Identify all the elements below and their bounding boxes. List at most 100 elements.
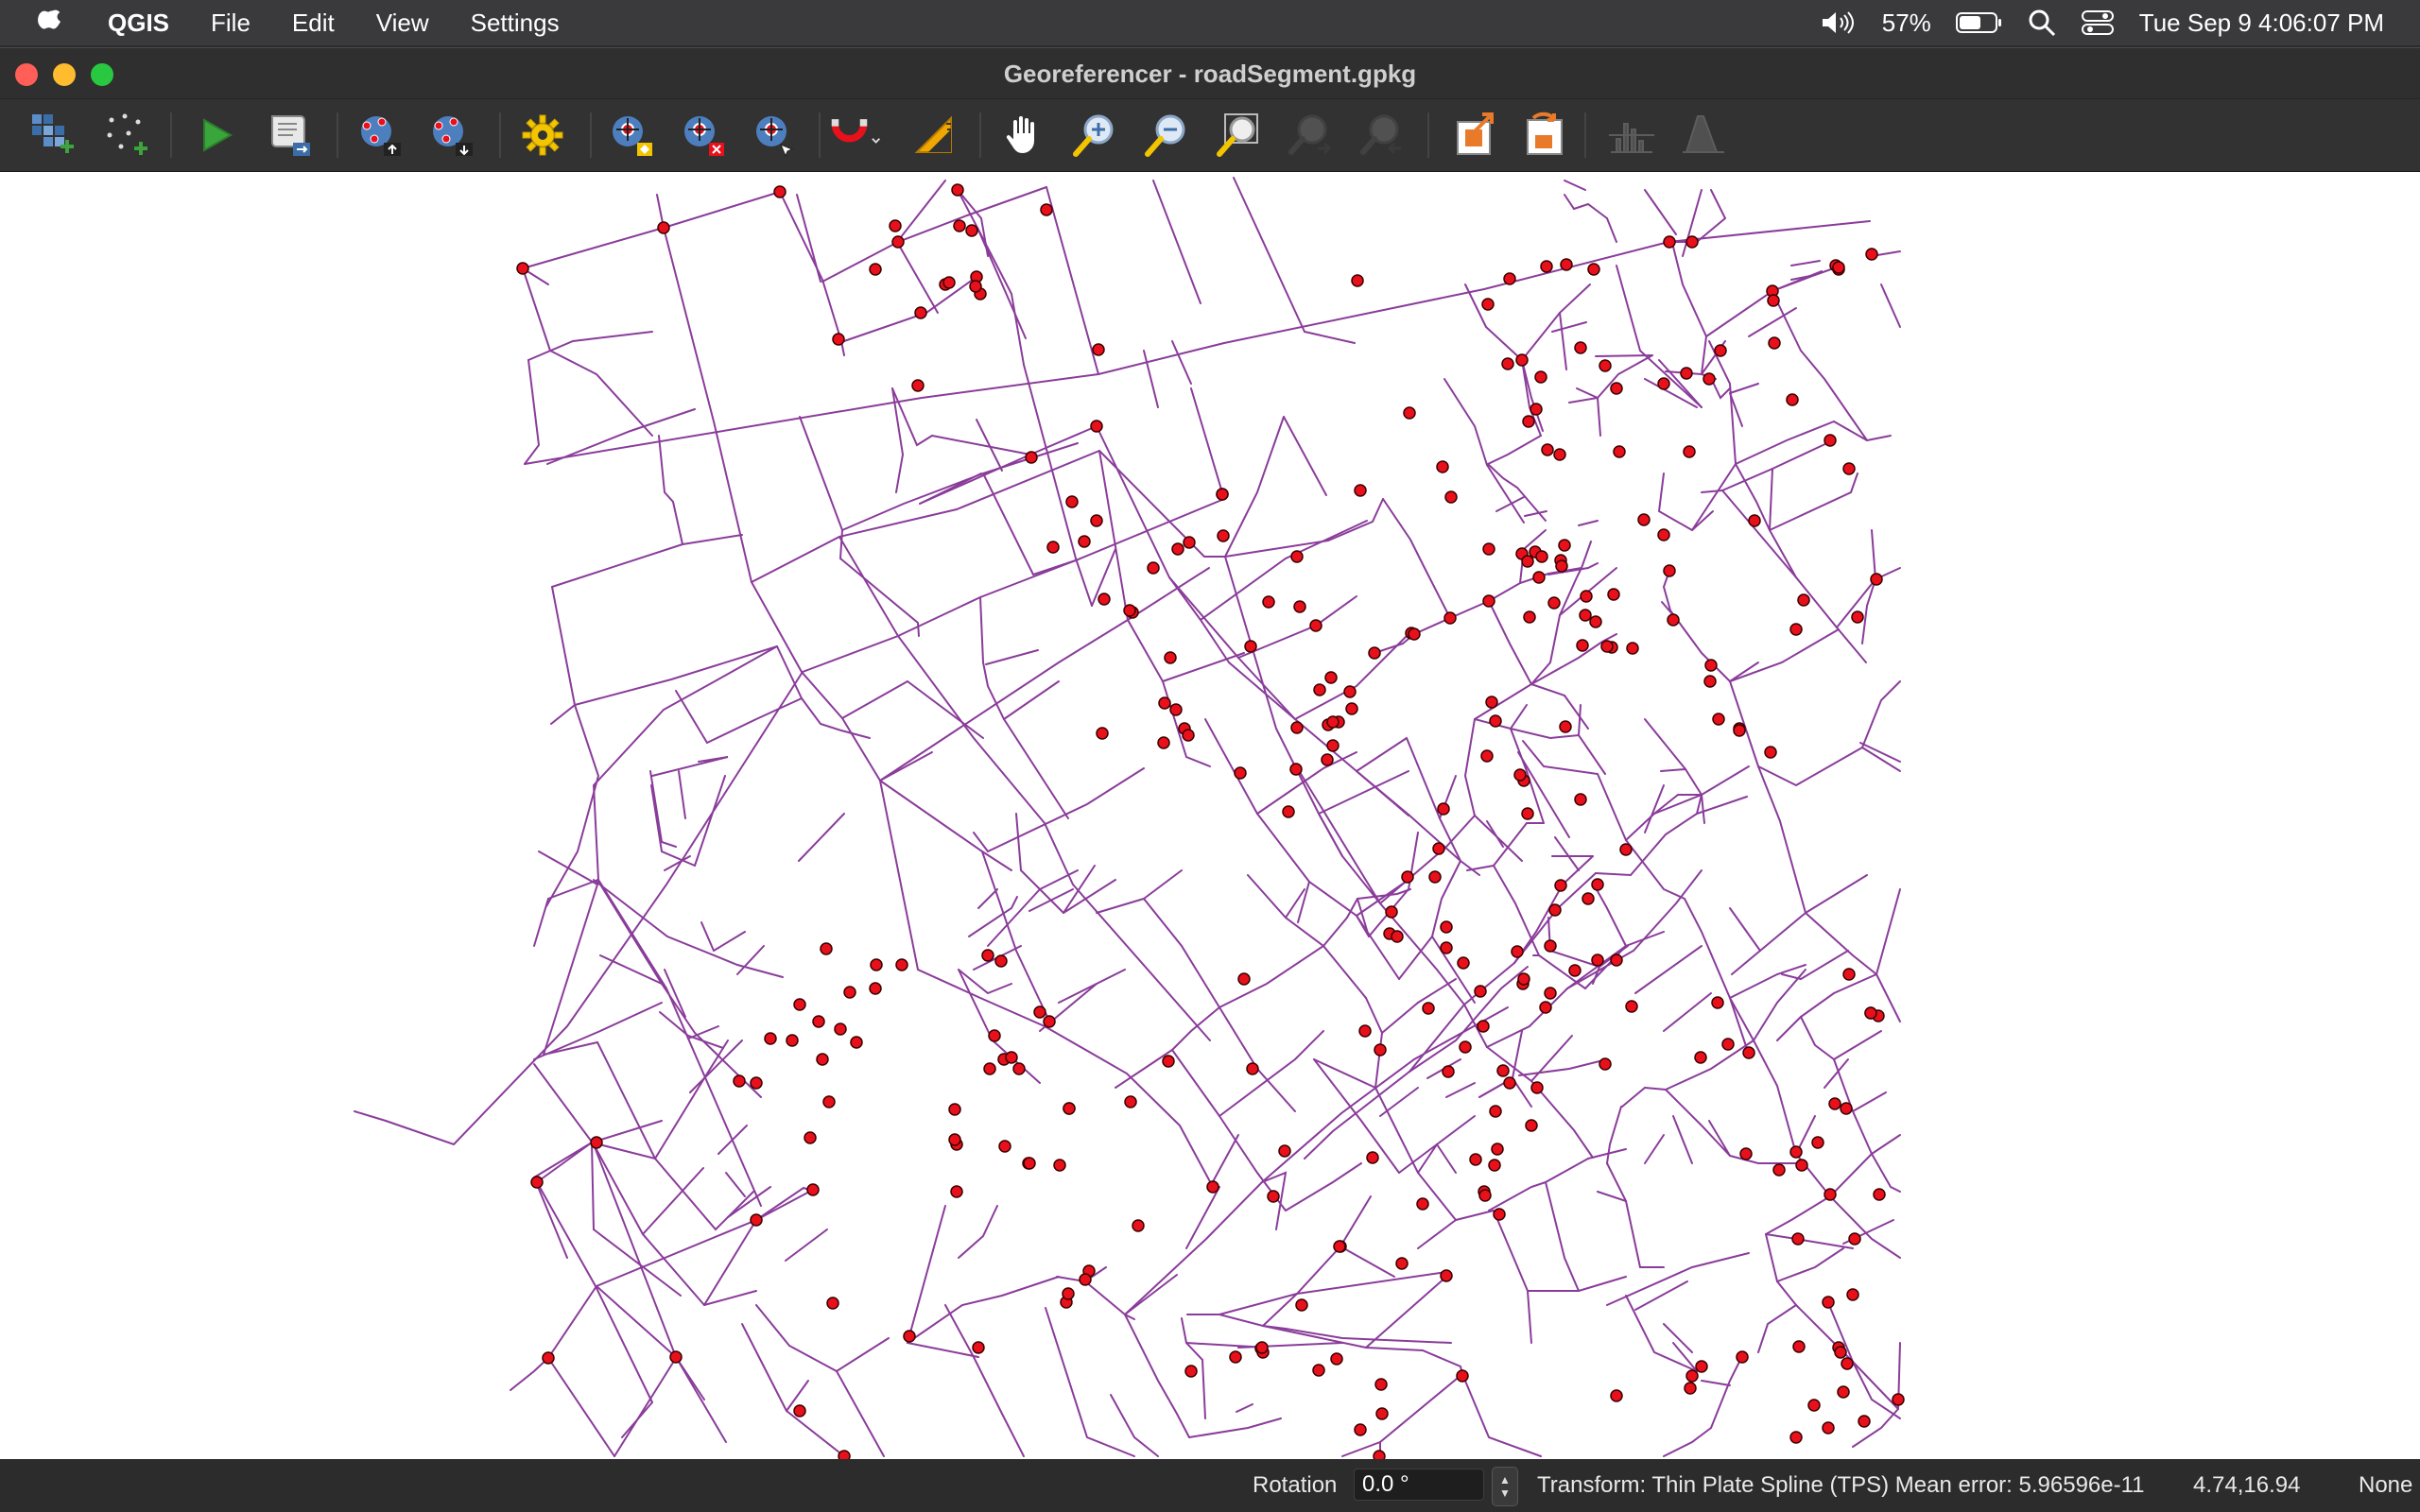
gcp-point[interactable] xyxy=(1312,1364,1325,1377)
gcp-point[interactable] xyxy=(1574,341,1587,354)
gcp-point[interactable] xyxy=(1530,1081,1544,1094)
gcp-point[interactable] xyxy=(1848,1232,1861,1246)
zoom-to-layer-icon[interactable] xyxy=(1210,107,1267,163)
gcp-point[interactable] xyxy=(1491,1143,1504,1156)
gcp-point[interactable] xyxy=(1600,640,1614,653)
crs-display[interactable]: None xyxy=(2359,1459,2412,1512)
gcp-point[interactable] xyxy=(1246,1062,1259,1075)
gcp-point[interactable] xyxy=(1851,610,1864,624)
gcp-point[interactable] xyxy=(948,1103,961,1116)
gcp-point[interactable] xyxy=(1124,1095,1137,1108)
gcp-point[interactable] xyxy=(891,235,905,249)
menu-settings[interactable]: Settings xyxy=(450,0,580,45)
gcp-point[interactable] xyxy=(773,185,786,198)
gcp-point[interactable] xyxy=(1559,720,1572,733)
gcp-point[interactable] xyxy=(1544,939,1557,953)
gcp-point[interactable] xyxy=(1579,609,1592,622)
gcp-point[interactable] xyxy=(1481,298,1495,311)
gcp-point[interactable] xyxy=(1065,495,1079,508)
gcp-point[interactable] xyxy=(988,1029,1001,1042)
close-window-button[interactable] xyxy=(15,63,38,86)
gcp-point[interactable] xyxy=(822,1095,836,1108)
gcp-point[interactable] xyxy=(1354,484,1367,497)
gcp-point[interactable] xyxy=(1489,714,1502,728)
gcp-point[interactable] xyxy=(1459,1040,1472,1054)
gcp-point[interactable] xyxy=(1511,945,1524,958)
gcp-point[interactable] xyxy=(1171,542,1184,556)
gcp-point[interactable] xyxy=(1619,843,1633,856)
gcp-point[interactable] xyxy=(1090,420,1103,433)
gcp-point[interactable] xyxy=(1023,1157,1036,1170)
gcp-point[interactable] xyxy=(1525,1119,1538,1132)
gcp-point[interactable] xyxy=(1772,1163,1786,1177)
gcp-point[interactable] xyxy=(1822,1421,1835,1435)
gcp-point[interactable] xyxy=(1366,1151,1379,1164)
chevron-up-icon[interactable]: ▲ xyxy=(1499,1473,1511,1486)
gcp-point[interactable] xyxy=(733,1074,746,1088)
gcp-point[interactable] xyxy=(1278,1144,1291,1158)
gcp-point[interactable] xyxy=(1736,1350,1749,1364)
gcp-point[interactable] xyxy=(1401,870,1414,884)
gcp-point[interactable] xyxy=(1496,1064,1510,1077)
gcp-point[interactable] xyxy=(1403,406,1416,420)
gcp-point[interactable] xyxy=(1568,964,1582,977)
gcp-point[interactable] xyxy=(1368,646,1381,660)
gcp-point[interactable] xyxy=(1422,1002,1435,1015)
gcp-point[interactable] xyxy=(1183,536,1196,549)
gcp-point[interactable] xyxy=(1865,248,1878,261)
gcp-point[interactable] xyxy=(1703,372,1716,386)
gcp-point[interactable] xyxy=(1440,920,1453,934)
load-gcp-points-icon[interactable] xyxy=(352,107,408,163)
gcp-point[interactable] xyxy=(1477,1020,1490,1033)
gcp-point[interactable] xyxy=(1123,604,1136,617)
gcp-point[interactable] xyxy=(1395,1257,1409,1270)
gcp-point[interactable] xyxy=(1442,1065,1455,1078)
gcp-point[interactable] xyxy=(1534,370,1547,384)
gcp-point[interactable] xyxy=(942,276,956,289)
gcp-point[interactable] xyxy=(832,333,845,346)
gcp-point[interactable] xyxy=(1513,768,1527,782)
gcp-point[interactable] xyxy=(843,986,856,999)
gcp-point[interactable] xyxy=(1501,357,1514,370)
gcp-point[interactable] xyxy=(1043,1015,1056,1028)
gcp-point[interactable] xyxy=(1012,1062,1026,1075)
gcp-point[interactable] xyxy=(750,1213,763,1227)
gcp-point[interactable] xyxy=(1169,703,1183,716)
gcp-point[interactable] xyxy=(1704,659,1718,672)
gcp-point[interactable] xyxy=(1206,1180,1219,1194)
gcp-point[interactable] xyxy=(1832,261,1845,274)
gcp-point[interactable] xyxy=(826,1297,839,1310)
gcp-point[interactable] xyxy=(1158,696,1171,710)
gcp-point[interactable] xyxy=(1625,1000,1638,1013)
gcp-point[interactable] xyxy=(1063,1102,1076,1115)
add-point-icon[interactable] xyxy=(98,107,155,163)
gcp-point[interactable] xyxy=(1436,460,1449,473)
gcp-point[interactable] xyxy=(903,1330,916,1343)
menu-edit[interactable]: Edit xyxy=(271,0,355,45)
gcp-point[interactable] xyxy=(850,1036,863,1049)
gcp-point[interactable] xyxy=(1768,336,1781,350)
gcp-point[interactable] xyxy=(1351,274,1364,287)
gcp-point[interactable] xyxy=(1789,1431,1803,1444)
gcp-point[interactable] xyxy=(1791,1232,1805,1246)
gcp-point[interactable] xyxy=(812,1015,825,1028)
gcp-point[interactable] xyxy=(1345,702,1358,715)
spotlight-search-icon[interactable] xyxy=(2028,9,2056,37)
gcp-point[interactable] xyxy=(1428,870,1442,884)
gcp-point[interactable] xyxy=(1408,627,1421,641)
start-georeferencing-icon[interactable] xyxy=(187,107,244,163)
gcp-point[interactable] xyxy=(1343,685,1357,698)
gcp-point[interactable] xyxy=(1289,763,1303,776)
gcp-point[interactable] xyxy=(1309,619,1322,632)
gcp-point[interactable] xyxy=(1385,905,1398,919)
gcp-point[interactable] xyxy=(1217,529,1230,542)
link-georeferencer-icon[interactable] xyxy=(1448,107,1505,163)
gcp-point[interactable] xyxy=(1033,1005,1046,1019)
gcp-point[interactable] xyxy=(1795,1159,1808,1172)
gcp-point[interactable] xyxy=(1807,1399,1821,1412)
control-center-icon[interactable] xyxy=(2081,9,2115,36)
gcp-point[interactable] xyxy=(530,1176,544,1189)
gcp-point[interactable] xyxy=(1437,802,1450,816)
gcp-point[interactable] xyxy=(1841,1357,1854,1370)
gcp-point[interactable] xyxy=(1587,263,1600,276)
